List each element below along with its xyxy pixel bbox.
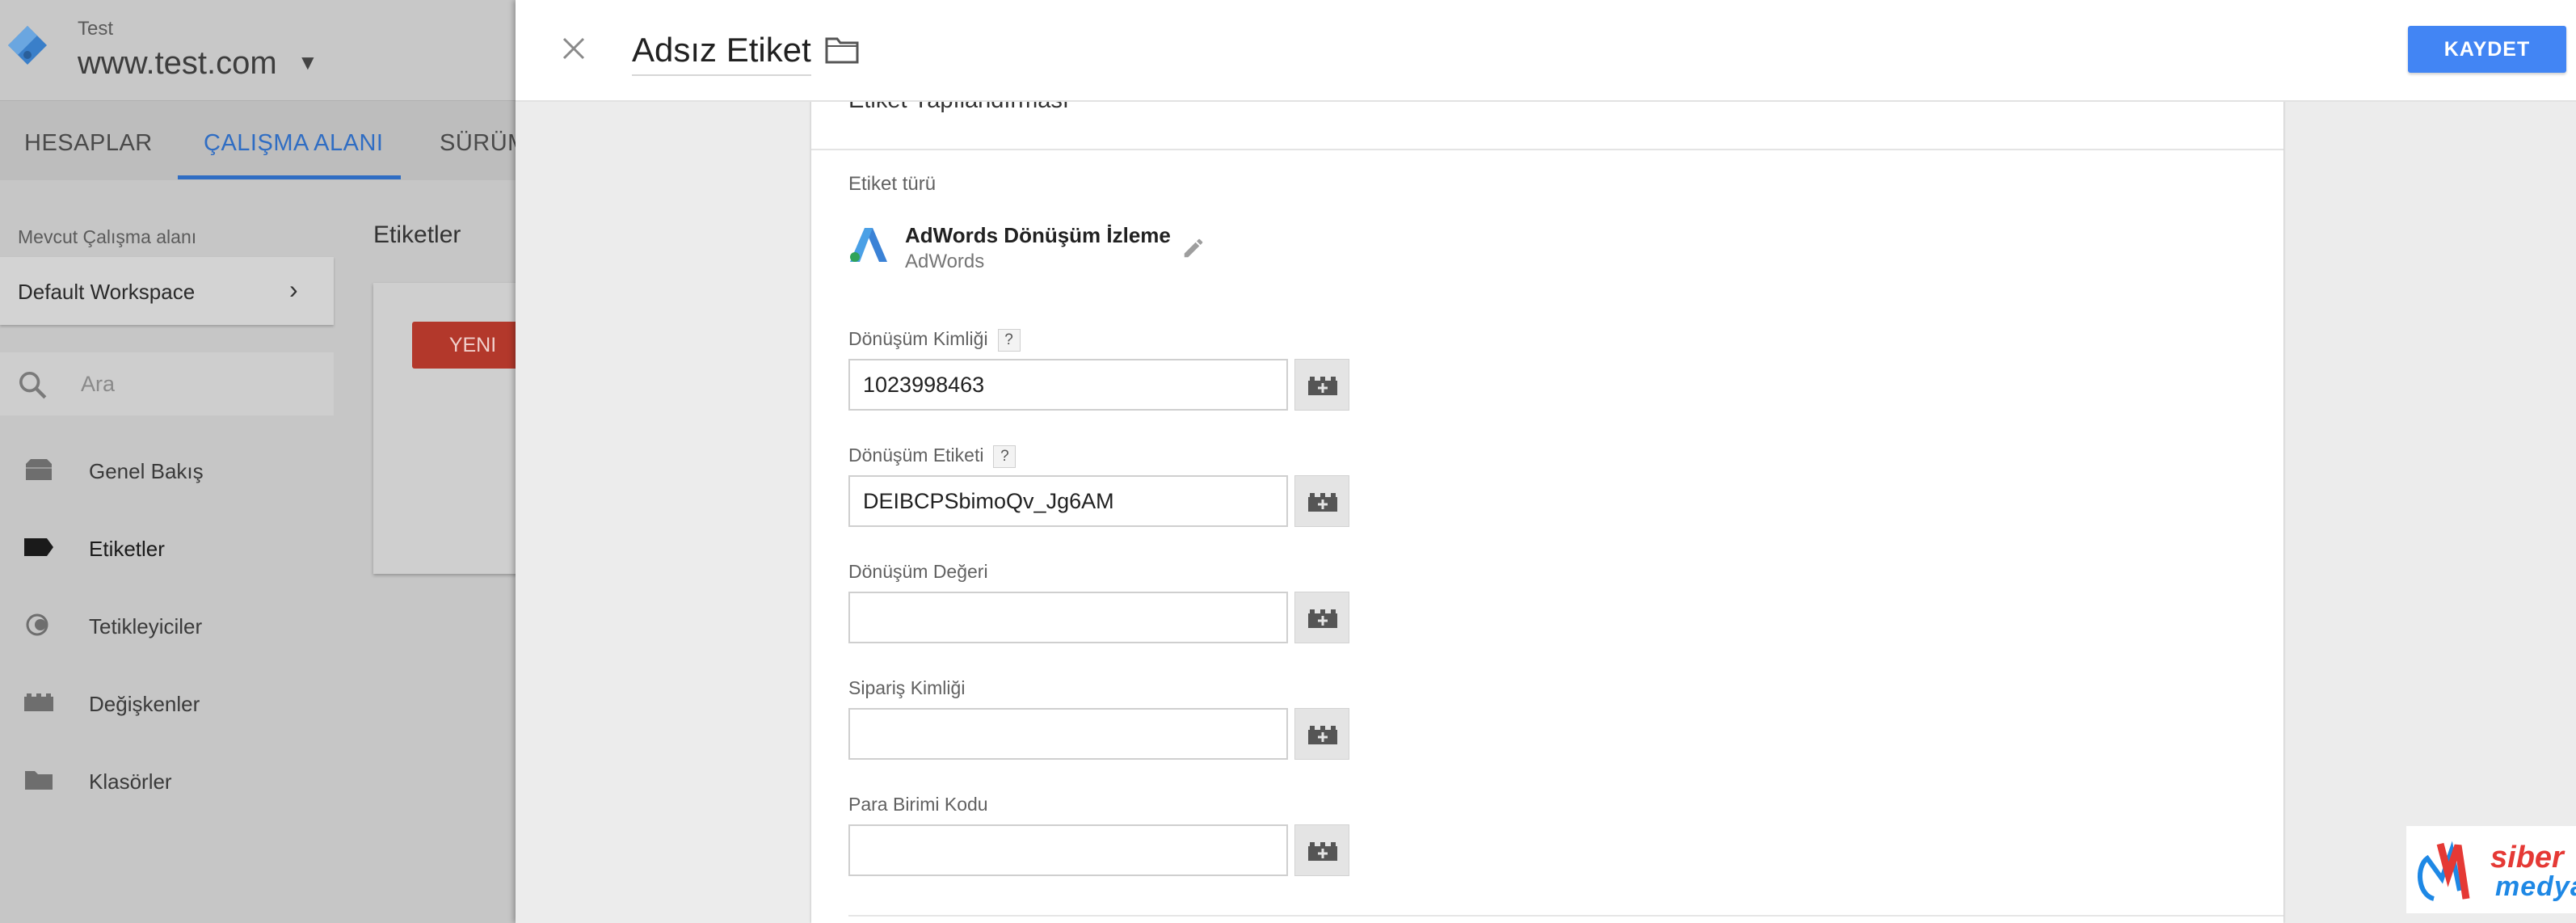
variable-picker-button[interactable] — [1294, 475, 1349, 527]
tag-type-label: Etiket türü — [848, 173, 937, 195]
tab-accounts[interactable]: HESAPLAR — [24, 130, 153, 157]
folder-icon[interactable] — [824, 36, 860, 65]
pencil-edit-icon[interactable] — [1181, 236, 1206, 260]
field-label-text: Dönüşüm Etiketi — [848, 445, 984, 466]
editor-header: Adsız Etiket KAYDET — [516, 0, 2576, 102]
field-label-currency-code: Para Birimi Kodu — [848, 794, 988, 815]
sidebar-item-label: Etiketler — [89, 537, 165, 561]
search-input[interactable]: Ara — [0, 352, 334, 415]
app-header: Test www.test.com ▼ — [0, 0, 517, 100]
variable-picker-button[interactable] — [1294, 708, 1349, 760]
divider — [848, 915, 2283, 917]
conversion-value-input[interactable] — [848, 592, 1288, 643]
folder-icon — [25, 771, 53, 790]
add-variable-icon — [1308, 493, 1337, 512]
tags-page-title: Etiketler — [373, 221, 461, 248]
tab-versions[interactable]: SÜRÜM — [440, 130, 528, 157]
field-label-conversion-label: Dönüşüm Etiketi? — [848, 445, 1017, 468]
variable-picker-button[interactable] — [1294, 359, 1349, 411]
sidebar-item-tags[interactable]: Etiketler — [0, 524, 334, 572]
divider — [811, 149, 2283, 150]
field-label-conversion-value: Dönüşüm Değeri — [848, 561, 988, 582]
field-label-order-id: Sipariş Kimliği — [848, 677, 966, 698]
field-label-conversion-id: Dönüşüm Kimliği? — [848, 328, 1021, 352]
save-button[interactable]: KAYDET — [2408, 26, 2566, 73]
help-icon[interactable]: ? — [993, 445, 1017, 468]
sidebar-item-overview[interactable]: Genel Bakış — [0, 446, 334, 495]
sidebar-item-label: Değişkenler — [89, 692, 200, 716]
adwords-logo-icon — [850, 228, 887, 262]
tag-icon — [24, 538, 53, 556]
account-name: Test — [78, 18, 114, 40]
tag-configuration-card: Etiket Yapılandırması Etiket türü AdWord… — [811, 0, 2283, 923]
sidebar-item-label: Tetikleyiciler — [89, 614, 203, 639]
add-variable-icon — [1308, 842, 1337, 861]
field-label-text: Dönüşüm Kimliği — [848, 328, 988, 349]
help-icon[interactable]: ? — [997, 328, 1021, 352]
variable-icon — [24, 693, 53, 711]
workspace-label: Mevcut Çalışma alanı — [18, 226, 197, 247]
add-variable-icon — [1308, 609, 1337, 628]
watermark-text: siber — [2490, 841, 2564, 875]
close-icon[interactable] — [556, 31, 591, 66]
container-selector[interactable]: www.test.com — [78, 45, 277, 82]
add-variable-icon — [1308, 377, 1337, 395]
caret-down-icon[interactable]: ▼ — [297, 50, 318, 75]
siber-medya-logo-icon — [2417, 841, 2470, 901]
sidebar-item-variables[interactable]: Değişkenler — [0, 679, 334, 727]
sidebar-item-label: Klasörler — [89, 769, 172, 794]
currency-code-input[interactable] — [848, 824, 1288, 876]
search-icon — [19, 372, 47, 399]
tag-name-title[interactable]: Adsız Etiket — [632, 31, 811, 76]
sidebar-item-folders[interactable]: Klasörler — [0, 757, 334, 805]
conversion-label-input[interactable] — [848, 475, 1288, 527]
search-placeholder: Ara — [81, 372, 116, 396]
conversion-id-input[interactable] — [848, 359, 1288, 411]
tag-type-vendor: AdWords — [905, 251, 985, 272]
chevron-right-icon: › — [289, 275, 298, 304]
top-navigation: HESAPLAR ÇALIŞMA ALANI SÜRÜM — [0, 100, 527, 180]
sidebar-item-label: Genel Bakış — [89, 459, 204, 483]
active-tab-indicator — [178, 175, 401, 179]
sidebar-item-triggers[interactable]: Tetikleyiciler — [0, 601, 334, 650]
siber-medya-watermark: siber medya — [2406, 826, 2576, 913]
order-id-input[interactable] — [848, 708, 1288, 760]
variable-picker-button[interactable] — [1294, 824, 1349, 876]
trigger-icon — [26, 613, 48, 636]
gtm-logo-icon — [8, 26, 47, 65]
add-variable-icon — [1308, 726, 1337, 744]
variable-picker-button[interactable] — [1294, 592, 1349, 643]
tag-editor-panel: Etiket Yapılandırması Etiket türü AdWord… — [516, 0, 2576, 923]
workspace-name: Default Workspace — [18, 280, 196, 304]
workspace-selector[interactable]: Default Workspace › — [0, 257, 334, 325]
watermark-text: medya — [2495, 871, 2576, 902]
tab-workspace[interactable]: ÇALIŞMA ALANI — [204, 130, 384, 157]
tag-type-name: AdWords Dönüşüm İzleme — [905, 223, 1171, 247]
briefcase-icon — [26, 459, 52, 480]
